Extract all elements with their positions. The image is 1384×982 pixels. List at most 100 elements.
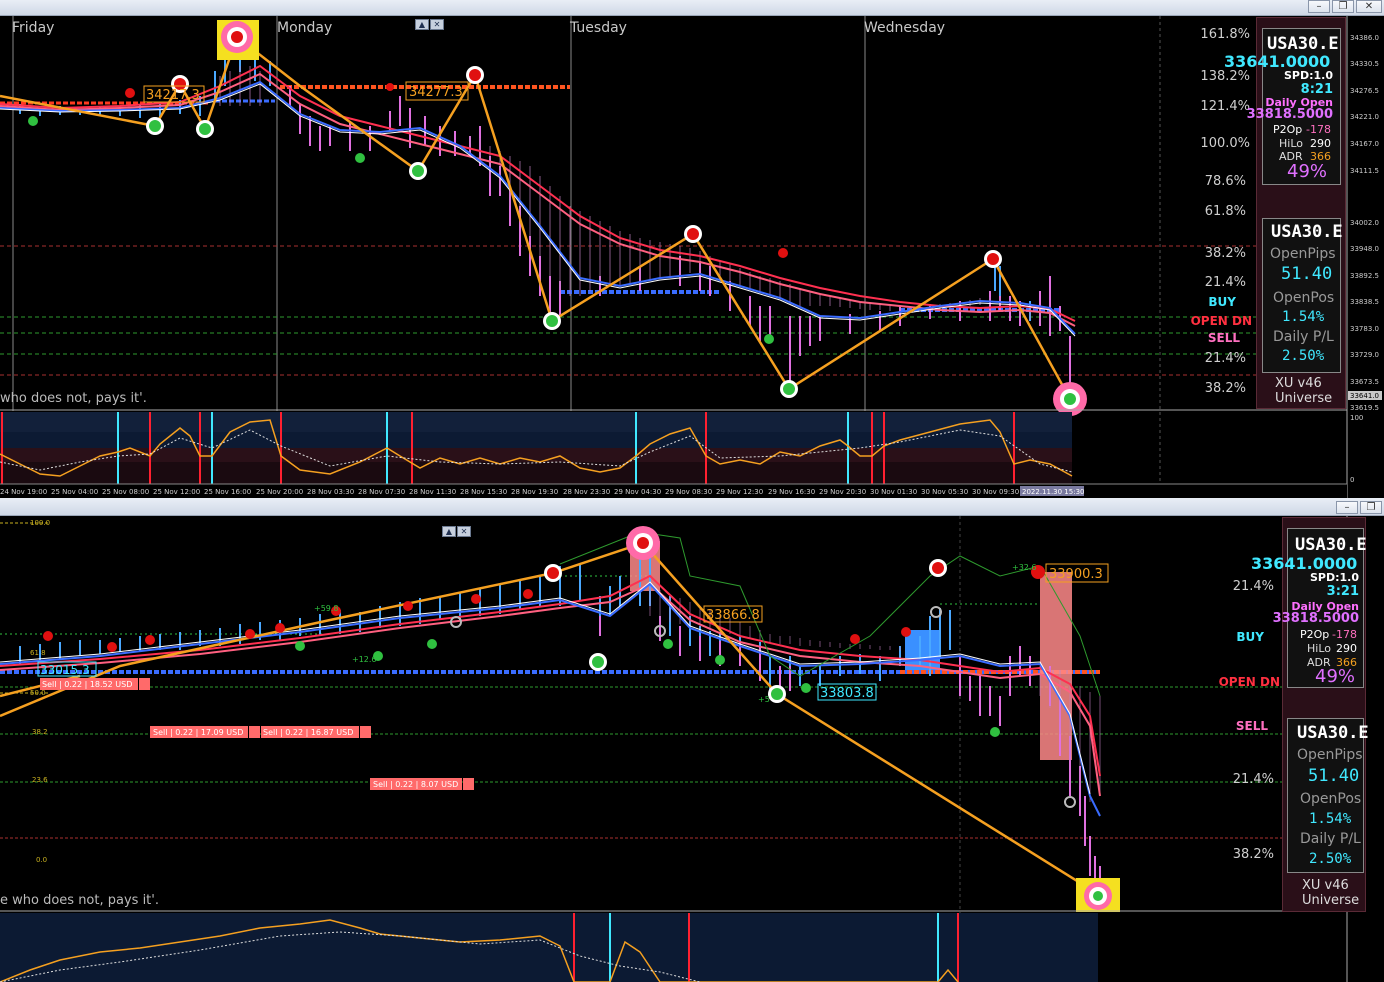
top-price-chart[interactable]: Friday Monday Tuesday Wednesday 34217.3 …	[0, 16, 1384, 498]
current-price-tag: 33641.0	[1350, 392, 1379, 400]
quote-text: who does not, pays it'.	[0, 391, 147, 406]
svg-text:OPEN DN: OPEN DN	[1219, 675, 1280, 689]
svg-text:33015.3: 33015.3	[40, 663, 90, 677]
bottom-window-titlebar: – ❐	[0, 498, 1384, 516]
svg-text:33892.5: 33892.5	[1350, 272, 1379, 280]
fib-61: 61.8%	[1205, 204, 1246, 219]
svg-text:38.2%: 38.2%	[1233, 847, 1274, 862]
svg-text:34330.5: 34330.5	[1350, 60, 1379, 68]
daily-open-value: 33818.5000	[1272, 611, 1359, 626]
adr-percent: 49%	[1315, 666, 1356, 687]
svg-text:21.4%: 21.4%	[1233, 772, 1274, 787]
p2op-value: -178	[1332, 628, 1357, 641]
symbol-label: USA30.E	[1295, 535, 1367, 555]
bottom-price-chart[interactable]: 100.0 61.8 50.0 38.2 23.6 0.0 33015.3 33…	[0, 516, 1384, 982]
svg-text:34386.0: 34386.0	[1350, 34, 1379, 42]
scroll-up-icon[interactable]: ▲	[442, 526, 456, 537]
signal-buy: BUY	[1208, 295, 1236, 309]
svg-text:28 Nov 15:30: 28 Nov 15:30	[460, 488, 507, 496]
svg-text:28 Nov 19:30: 28 Nov 19:30	[511, 488, 558, 496]
close-icon[interactable]: ✕	[1356, 0, 1382, 13]
svg-text:23.6: 23.6	[32, 776, 48, 784]
close-subwindow-icon[interactable]: ✕	[430, 19, 444, 30]
top-window-titlebar: – ❐ ✕	[0, 0, 1384, 16]
svg-text:33948.0: 33948.0	[1350, 245, 1379, 253]
fib-100: 100.0%	[1200, 136, 1250, 151]
svg-text:Sell | 0.22 | 16.87 USD: Sell | 0.22 | 16.87 USD	[263, 728, 353, 737]
fib-121: 121.4%	[1200, 99, 1250, 114]
svg-text:Sell | 0.22 | 18.52 USD: Sell | 0.22 | 18.52 USD	[42, 680, 132, 689]
svg-text:28 Nov 03:30: 28 Nov 03:30	[307, 488, 354, 496]
close-subwindow-icon[interactable]: ✕	[457, 526, 471, 537]
svg-text:+59.8: +59.8	[314, 604, 339, 613]
fib-21b: 21.4%	[1205, 351, 1246, 366]
day-label-wednesday: Wednesday	[864, 20, 945, 36]
bottom-scroll-controls: ▲ ✕	[442, 526, 471, 537]
svg-text:29 Nov 20:30: 29 Nov 20:30	[819, 488, 866, 496]
version-label: XU v46	[1302, 878, 1349, 893]
hilo-label: HiLo	[1279, 137, 1303, 150]
fib-78: 78.6%	[1205, 174, 1246, 189]
p2op-label: P2Op	[1300, 628, 1330, 641]
svg-text:28 Nov 23:30: 28 Nov 23:30	[563, 488, 610, 496]
svg-text:+12.6: +12.6	[352, 655, 377, 664]
svg-text:Sell | 0.22 | 17.09 USD: Sell | 0.22 | 17.09 USD	[153, 728, 243, 737]
restore-icon[interactable]: ❐	[1332, 0, 1354, 13]
svg-text:33900.3: 33900.3	[1049, 567, 1103, 582]
svg-text:28 Nov 07:30: 28 Nov 07:30	[358, 488, 405, 496]
p2op-value: -178	[1306, 123, 1331, 136]
svg-text:34111.5: 34111.5	[1350, 167, 1379, 175]
svg-text:BUY: BUY	[1236, 630, 1264, 644]
day-label-friday: Friday	[12, 20, 54, 36]
daily-open-value: 33818.5000	[1246, 107, 1333, 122]
svg-text:33729.0: 33729.0	[1350, 351, 1379, 359]
open-pos-label: OpenPos	[1273, 290, 1335, 306]
svg-text:0.0: 0.0	[36, 856, 47, 864]
hilo-label: HiLo	[1307, 642, 1331, 655]
signal-sell: SELL	[1208, 331, 1240, 345]
universe-label: Universe	[1302, 893, 1360, 908]
svg-text:+32.6: +32.6	[1012, 563, 1037, 572]
time-axis-cursor: 2022.11.30 15:30	[1022, 488, 1084, 496]
minimize-icon[interactable]: –	[1336, 501, 1358, 514]
price-label-1: 34217.3	[146, 88, 200, 103]
top-chart-window: – ❐ ✕ Friday Monday Tuesday Wednesday 34…	[0, 0, 1384, 498]
restore-icon[interactable]: ❐	[1360, 501, 1382, 514]
svg-text:25 Nov 08:00: 25 Nov 08:00	[102, 488, 149, 496]
bottom-chart-window: – ❐ 100.0 61.8 50.0 38.2 23.6 0.0 33015.…	[0, 498, 1384, 982]
scroll-up-icon[interactable]: ▲	[415, 19, 429, 30]
svg-text:29 Nov 16:30: 29 Nov 16:30	[768, 488, 815, 496]
svg-text:100.0: 100.0	[30, 519, 50, 527]
svg-text:25 Nov 16:00: 25 Nov 16:00	[204, 488, 251, 496]
svg-text:33619.5: 33619.5	[1350, 404, 1379, 412]
svg-text:34276.5: 34276.5	[1350, 87, 1379, 95]
version-label: XU v46	[1275, 376, 1322, 391]
universe-label: Universe	[1275, 391, 1333, 406]
svg-text:+5: +5	[758, 695, 770, 704]
candle-timer: 3:21	[1326, 584, 1359, 599]
hilo-value: 290	[1336, 642, 1357, 655]
svg-text:30 Nov 01:30: 30 Nov 01:30	[870, 488, 917, 496]
top-scroll-controls: ▲ ✕	[415, 19, 444, 30]
svg-text:24 Nov 19:00: 24 Nov 19:00	[0, 488, 47, 496]
svg-text:Sell | 0.22 | 8.07 USD: Sell | 0.22 | 8.07 USD	[373, 780, 458, 789]
fib-161: 161.8%	[1200, 27, 1250, 42]
svg-text:61.8: 61.8	[30, 649, 46, 657]
signal-open: OPEN DN	[1191, 314, 1252, 328]
top-info-panel: USA30.E 33641.0000 SPD:1.0 8:21 Daily Op…	[1224, 17, 1346, 409]
bottom-info-panel: USA30.E 33641.0000 SPD:1.0 3:21 Daily Op…	[1251, 517, 1369, 912]
daily-pl-value: 2.50%	[1309, 851, 1352, 867]
svg-text:29 Nov 08:30: 29 Nov 08:30	[665, 488, 712, 496]
price-label-2: 34277.3	[409, 85, 463, 100]
svg-text:33783.0: 33783.0	[1350, 325, 1379, 333]
svg-text:30 Nov 05:30: 30 Nov 05:30	[921, 488, 968, 496]
spread-label: SPD:1.0	[1283, 69, 1333, 82]
open-pips-value: 51.40	[1281, 264, 1333, 284]
daily-pl-label: Daily P/L	[1300, 831, 1361, 847]
account-symbol: USA30.E	[1297, 723, 1369, 743]
svg-text:30 Nov 09:30: 30 Nov 09:30	[972, 488, 1019, 496]
svg-text:29 Nov 04:30: 29 Nov 04:30	[614, 488, 661, 496]
svg-text:25 Nov 04:00: 25 Nov 04:00	[51, 488, 98, 496]
minimize-icon[interactable]: –	[1308, 0, 1330, 13]
svg-text:34002.0: 34002.0	[1350, 219, 1379, 227]
